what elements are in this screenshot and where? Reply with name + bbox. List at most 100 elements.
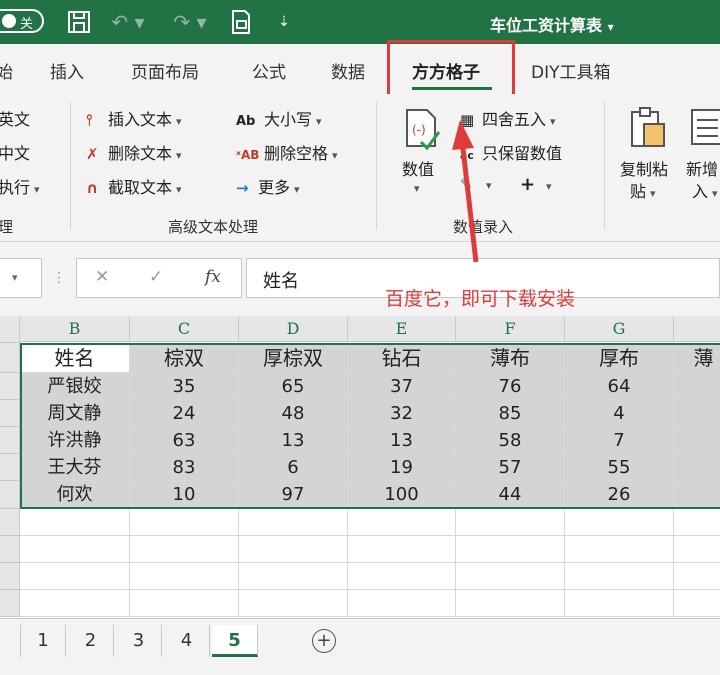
undo-icon[interactable]: ↶ ▾ — [108, 8, 148, 36]
table-cell[interactable]: 44 — [456, 481, 565, 509]
empty-cell[interactable] — [456, 590, 565, 617]
sheet-tab-2[interactable]: 2 — [68, 625, 114, 657]
tab-formulas[interactable]: 公式 — [252, 58, 286, 83]
empty-cell[interactable] — [20, 590, 130, 617]
empty-cell[interactable] — [239, 563, 348, 590]
empty-cell[interactable] — [565, 563, 674, 590]
table-cell[interactable]: 严银姣 — [20, 373, 130, 400]
new-insert-button[interactable]: 新增 入 ▾ — [684, 104, 720, 204]
empty-cell[interactable] — [20, 509, 130, 536]
round-button[interactable]: ▦ 四舍五入 ▾ — [460, 106, 556, 130]
tab-diy-toolbox[interactable]: DIY工具箱 — [531, 58, 611, 83]
row-header[interactable] — [0, 343, 20, 373]
tab-page-layout[interactable]: 页面布局 — [131, 58, 199, 83]
extract-text-button[interactable]: ∩ 截取文本 ▾ — [86, 174, 182, 198]
add-sheet-button[interactable]: + — [312, 629, 336, 653]
ribbon-item-chinese[interactable]: 中文 — [0, 140, 30, 164]
tab-data[interactable]: 数据 — [331, 58, 365, 83]
enter-button[interactable]: ✓ — [149, 267, 163, 287]
tab-insert[interactable]: 插入 — [50, 58, 84, 83]
table-cell[interactable] — [674, 454, 720, 481]
column-header-b[interactable]: B — [20, 316, 130, 342]
row-header[interactable] — [0, 509, 20, 536]
name-box[interactable]: ▾ — [0, 258, 42, 298]
table-cell[interactable] — [674, 400, 720, 427]
column-header-f[interactable]: F — [456, 316, 565, 342]
table-cell[interactable]: 10 — [130, 481, 239, 509]
spreadsheet-grid[interactable]: B C D E F G 姓名 棕双 厚棕双 钻石 薄布 厚布薄严银姣 35 65 37 76 64 周… — [0, 316, 720, 618]
table-cell[interactable]: 王大芬 — [20, 454, 130, 481]
row-header[interactable] — [0, 563, 20, 590]
column-header-d[interactable]: D — [239, 316, 348, 342]
empty-cell[interactable] — [130, 536, 239, 563]
ribbon-item-execute[interactable]: 执行 ▾ — [0, 174, 40, 198]
add-button[interactable]: + ▾ — [520, 174, 552, 195]
header-cell[interactable]: 薄布 — [456, 343, 565, 373]
tab-home[interactable]: 始 — [0, 58, 13, 83]
table-cell[interactable]: 55 — [565, 454, 674, 481]
table-cell[interactable]: 35 — [130, 373, 239, 400]
table-cell[interactable]: 许洪静 — [20, 427, 130, 454]
row-header[interactable] — [0, 427, 20, 454]
table-cell[interactable]: 58 — [456, 427, 565, 454]
sheet-tab-4[interactable]: 4 — [164, 625, 210, 657]
copy-paste-button[interactable]: 复制粘 贴 ▾ — [618, 104, 678, 204]
empty-cell[interactable] — [456, 509, 565, 536]
table-cell[interactable]: 64 — [565, 373, 674, 400]
table-cell[interactable]: 83 — [130, 454, 239, 481]
table-cell[interactable]: 100 — [348, 481, 456, 509]
empty-cell[interactable] — [348, 590, 456, 617]
insert-function-button[interactable]: fx — [205, 267, 221, 287]
table-cell[interactable]: 97 — [239, 481, 348, 509]
empty-cell[interactable] — [348, 509, 456, 536]
value-big-button[interactable]: (-) 数值 ▾ — [396, 106, 446, 206]
column-header-e[interactable]: E — [348, 316, 456, 342]
header-cell[interactable]: 钻石 — [348, 343, 456, 373]
empty-cell[interactable] — [130, 509, 239, 536]
table-cell[interactable]: 6 — [239, 454, 348, 481]
header-cell[interactable]: 厚棕双 — [239, 343, 348, 373]
table-cell[interactable]: 13 — [239, 427, 348, 454]
empty-cell[interactable] — [20, 536, 130, 563]
empty-cell[interactable] — [565, 509, 674, 536]
table-cell[interactable]: 周文静 — [20, 400, 130, 427]
empty-cell[interactable] — [348, 536, 456, 563]
edit-fill-button[interactable]: ✎ ▾ — [460, 174, 492, 193]
empty-cell[interactable] — [456, 563, 565, 590]
delete-text-button[interactable]: ✗ 删除文本 ▾ — [86, 140, 182, 164]
empty-cell[interactable] — [20, 563, 130, 590]
table-cell[interactable]: 65 — [239, 373, 348, 400]
table-cell[interactable]: 76 — [456, 373, 565, 400]
table-cell[interactable] — [674, 481, 720, 509]
table-cell[interactable]: 何欢 — [20, 481, 130, 509]
table-cell[interactable]: 57 — [456, 454, 565, 481]
table-cell[interactable]: 85 — [456, 400, 565, 427]
more-button[interactable]: → 更多 ▾ — [236, 174, 300, 198]
autosave-toggle[interactable]: 关 — [0, 9, 44, 33]
table-cell[interactable]: 4 — [565, 400, 674, 427]
table-cell[interactable]: 26 — [565, 481, 674, 509]
table-cell[interactable] — [674, 427, 720, 454]
empty-cell[interactable] — [130, 590, 239, 617]
column-header-g[interactable]: G — [565, 316, 674, 342]
print-icon[interactable] — [228, 8, 254, 36]
empty-cell[interactable] — [565, 536, 674, 563]
empty-cell[interactable] — [674, 536, 720, 563]
table-cell[interactable]: 24 — [130, 400, 239, 427]
table-cell[interactable]: 37 — [348, 373, 456, 400]
column-header-c[interactable]: C — [130, 316, 239, 342]
table-cell[interactable] — [674, 373, 720, 400]
table-cell[interactable]: 63 — [130, 427, 239, 454]
save-icon[interactable] — [66, 8, 92, 36]
empty-cell[interactable] — [456, 536, 565, 563]
header-cell[interactable]: 厚布 — [565, 343, 674, 373]
insert-text-button[interactable]: ⫯ 插入文本 ▾ — [86, 106, 182, 130]
header-cell[interactable]: 棕双 — [130, 343, 239, 373]
row-header[interactable] — [0, 400, 20, 427]
more-options-icon[interactable]: ⋮ — [52, 270, 66, 286]
cancel-button[interactable]: ✕ — [95, 267, 109, 287]
table-cell[interactable]: 7 — [565, 427, 674, 454]
table-cell[interactable]: 48 — [239, 400, 348, 427]
customize-icon[interactable]: ⇣ — [274, 8, 294, 36]
row-header[interactable] — [0, 373, 20, 400]
